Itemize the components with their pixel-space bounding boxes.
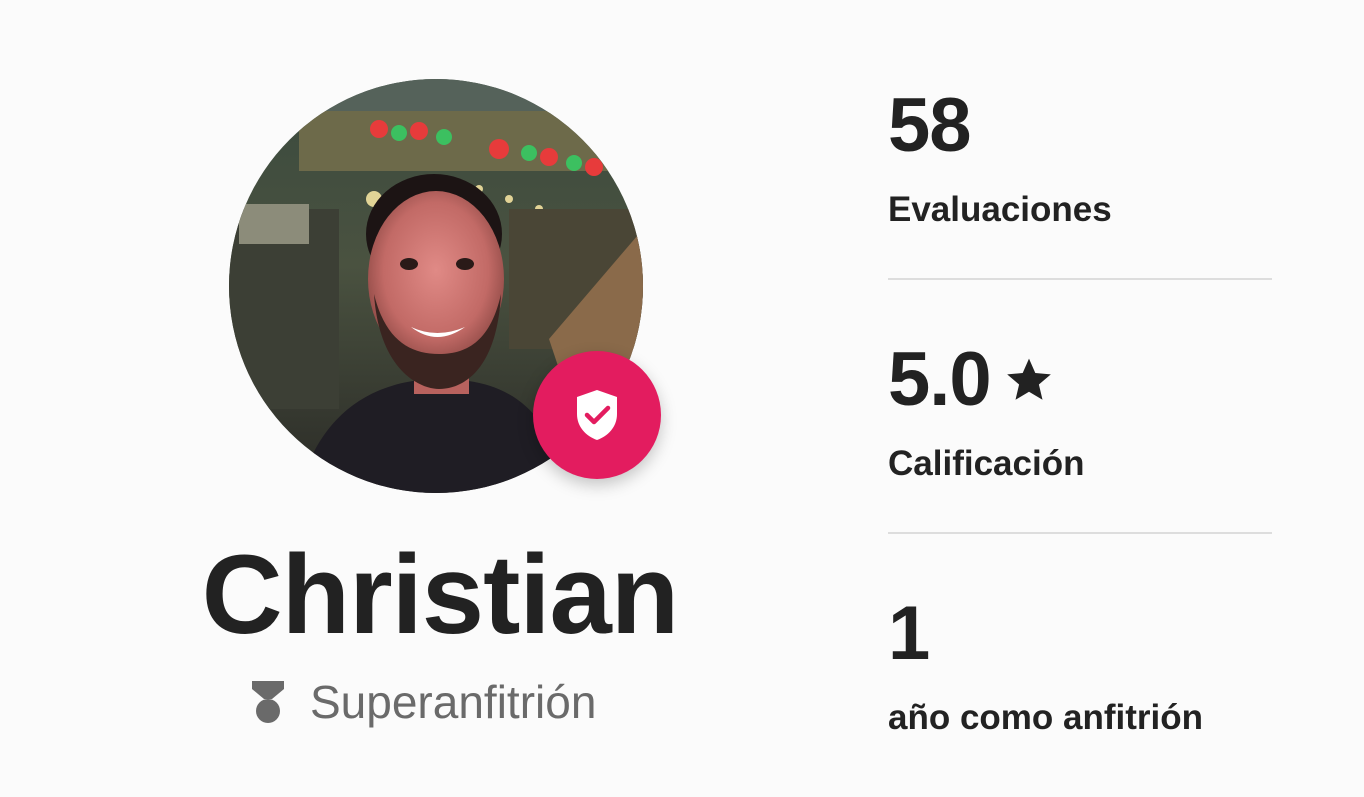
- host-name: Christian: [201, 532, 679, 657]
- shield-check-icon: [573, 388, 621, 442]
- stat-value: 5.0: [888, 332, 1272, 428]
- stat-label: Evaluaciones: [888, 190, 1112, 229]
- superhost-badge: Superanfitrión: [250, 672, 596, 732]
- host-profile-card: Christian Superanfitrión 58 Evaluaciones…: [0, 0, 1364, 797]
- stat-reviews[interactable]: 58 Evaluaciones: [888, 78, 1272, 254]
- rating-value: 5.0: [888, 337, 992, 422]
- superhost-medal-icon: [250, 677, 290, 727]
- stat-value: 1: [888, 586, 1272, 682]
- stat-label: año como anfitrión: [888, 698, 1203, 737]
- reviews-count: 58: [888, 83, 972, 168]
- divider: [888, 278, 1272, 280]
- verified-badge: [533, 351, 661, 479]
- stat-years-hosting: 1 año como anfitrión: [888, 586, 1272, 740]
- divider: [888, 532, 1272, 534]
- stat-rating: 5.0 Calificación: [888, 332, 1272, 508]
- avatar-container: [229, 79, 661, 497]
- host-stats: 58 Evaluaciones 5.0 Calificación 1 año c…: [888, 78, 1272, 740]
- years-count: 1: [888, 591, 930, 676]
- star-icon: [1001, 353, 1057, 407]
- superhost-label: Superanfitrión: [310, 676, 597, 728]
- stat-label: Calificación: [888, 444, 1085, 483]
- stat-value: 58: [888, 78, 1272, 174]
